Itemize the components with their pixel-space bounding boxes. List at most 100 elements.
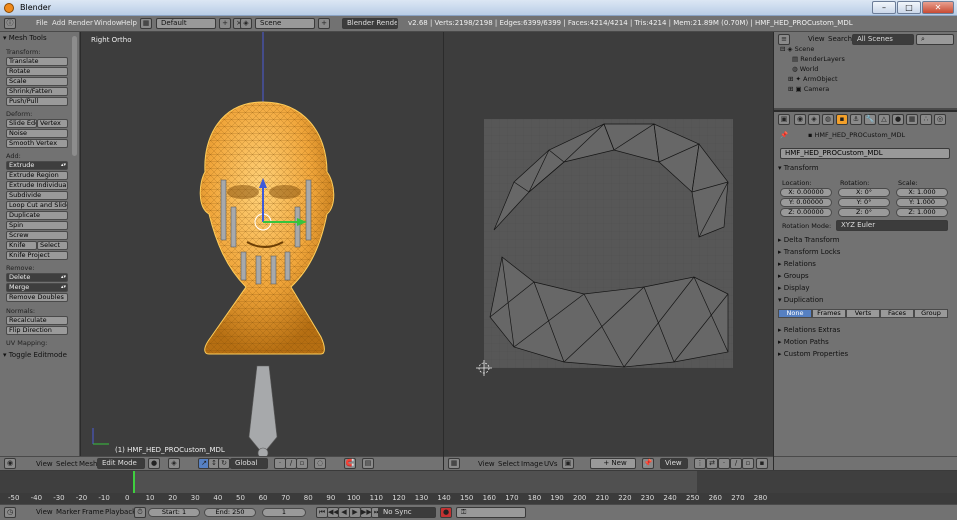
- duplication-verts-button[interactable]: Verts: [846, 309, 880, 318]
- render-tab-icon[interactable]: ◉: [794, 114, 806, 125]
- screw-button[interactable]: Screw: [6, 231, 68, 240]
- object-name-field[interactable]: HMF_HED_PROCustom_MDL: [780, 148, 950, 159]
- rotate-manipulator-icon[interactable]: ↻: [218, 458, 230, 469]
- texture-tab-icon[interactable]: ▦: [906, 114, 918, 125]
- extrude-individual-button[interactable]: Extrude Individual: [6, 181, 68, 190]
- uv-view-select[interactable]: View: [660, 458, 688, 469]
- relations-extras-panel[interactable]: ▸ Relations Extras: [778, 326, 840, 334]
- new-image-button[interactable]: + New: [590, 458, 636, 469]
- screen-layout-icon[interactable]: ▦: [140, 18, 152, 29]
- material-tab-icon[interactable]: ●: [892, 114, 904, 125]
- sync-mode-select[interactable]: No Sync: [378, 507, 436, 518]
- menu-add[interactable]: Add: [52, 19, 66, 27]
- uv-snap-icon[interactable]: ▪: [756, 458, 768, 469]
- pin-icon[interactable]: 📌: [780, 131, 788, 139]
- properties-editor-icon[interactable]: ▣: [778, 114, 790, 125]
- merge-select[interactable]: Merge: [6, 283, 68, 292]
- data-tab-icon[interactable]: △: [878, 114, 890, 125]
- world-tab-icon[interactable]: ◍: [822, 114, 834, 125]
- render-preview-icon[interactable]: ▤: [362, 458, 374, 469]
- groups-panel[interactable]: ▸ Groups: [778, 272, 809, 280]
- scene-field[interactable]: Scene: [255, 18, 315, 29]
- slide-edge-button[interactable]: Slide Edge: [6, 119, 37, 128]
- recalculate-button[interactable]: Recalculate: [6, 316, 68, 325]
- uv-sync-icon[interactable]: ⇄: [706, 458, 718, 469]
- shading-icon[interactable]: ●: [148, 458, 160, 469]
- display-panel[interactable]: ▸ Display: [778, 284, 810, 292]
- scale-button[interactable]: Scale: [6, 77, 68, 86]
- spin-button[interactable]: Spin: [6, 221, 68, 230]
- close-button[interactable]: ✕: [922, 1, 954, 14]
- add-scene-button[interactable]: +: [318, 18, 330, 29]
- keying-set-field[interactable]: ⚿: [456, 507, 526, 518]
- push-pull-button[interactable]: Push/Pull: [6, 97, 68, 106]
- rotate-button[interactable]: Rotate: [6, 67, 68, 76]
- rotation-mode-select[interactable]: XYZ Euler: [836, 220, 948, 231]
- flip-direction-button[interactable]: Flip Direction: [6, 326, 68, 335]
- uv-menu-uvs[interactable]: UVs: [544, 460, 558, 468]
- snap-icon[interactable]: 🧲: [344, 458, 356, 469]
- render-engine-select[interactable]: Blender Render: [342, 18, 398, 29]
- motion-paths-panel[interactable]: ▸ Motion Paths: [778, 338, 829, 346]
- proportional-edit-icon[interactable]: ◌: [314, 458, 326, 469]
- uv-vertex-select-icon[interactable]: ·: [718, 458, 730, 469]
- subdivide-button[interactable]: Subdivide: [6, 191, 68, 200]
- duplication-none-button[interactable]: None: [778, 309, 812, 318]
- relations-panel[interactable]: ▸ Relations: [778, 260, 816, 268]
- uv-edge-select-icon[interactable]: /: [730, 458, 742, 469]
- pivot-icon[interactable]: ◈: [168, 458, 180, 469]
- menu-help[interactable]: Help: [121, 19, 137, 27]
- sticky-select-icon[interactable]: ⋮: [694, 458, 706, 469]
- knife-button[interactable]: Knife: [6, 241, 37, 250]
- menu-file[interactable]: File: [36, 19, 48, 27]
- duplication-frames-button[interactable]: Frames: [812, 309, 846, 318]
- orientation-select[interactable]: Global: [230, 458, 268, 469]
- outliner-item-camera[interactable]: ⊞ ▣ Camera: [774, 84, 957, 94]
- uv-menu-select[interactable]: Select: [498, 460, 520, 468]
- uv-menu-view[interactable]: View: [478, 460, 495, 468]
- timeline-editor-icon[interactable]: ◷: [4, 507, 16, 518]
- location-z-field[interactable]: Z: 0.00000: [780, 208, 832, 217]
- toolshelf-scrollbar[interactable]: [72, 36, 77, 156]
- location-x-field[interactable]: X: 0.00000: [780, 188, 832, 197]
- uv-menu-image[interactable]: Image: [521, 460, 543, 468]
- vertex-button[interactable]: Vertex: [37, 119, 68, 128]
- location-y-field[interactable]: Y: 0.00000: [780, 198, 832, 207]
- maximize-button[interactable]: □: [897, 1, 921, 14]
- knife-select-button[interactable]: Select: [37, 241, 68, 250]
- mesh-tools-header[interactable]: ▾ Mesh Tools: [3, 34, 47, 42]
- menu-window[interactable]: Window: [94, 19, 122, 27]
- menu-render[interactable]: Render: [68, 19, 93, 27]
- record-icon[interactable]: ●: [440, 507, 452, 518]
- custom-properties-panel[interactable]: ▸ Custom Properties: [778, 350, 848, 358]
- uv-image-editor[interactable]: [444, 32, 773, 456]
- extrude-select[interactable]: Extrude: [6, 161, 68, 170]
- outliner-menu-view[interactable]: View: [808, 35, 825, 43]
- particles-tab-icon[interactable]: ∴: [920, 114, 932, 125]
- timeline[interactable]: -50 -40 -30 -20 -10 0 10 20 30 40 50 60 70 80 90 100 110…: [0, 470, 957, 505]
- preview-range-icon[interactable]: ⏱: [134, 507, 146, 518]
- uv-editor-icon[interactable]: ▦: [448, 458, 460, 469]
- knife-project-button[interactable]: Knife Project: [6, 251, 68, 260]
- rotation-y-field[interactable]: Y: 0°: [838, 198, 890, 207]
- delete-select[interactable]: Delete: [6, 273, 68, 282]
- duplication-group-button[interactable]: Group: [914, 309, 948, 318]
- constraints-tab-icon[interactable]: ⚓: [850, 114, 862, 125]
- object-tab-icon[interactable]: ▪: [836, 114, 848, 125]
- image-browse-icon[interactable]: ▣: [562, 458, 574, 469]
- translate-button[interactable]: Translate: [6, 57, 68, 66]
- loop-cut-slide-button[interactable]: Loop Cut and Slide: [6, 201, 68, 210]
- outliner-menu-search[interactable]: Search: [828, 35, 852, 43]
- face-select-icon[interactable]: ▫: [296, 458, 308, 469]
- outliner-item-world[interactable]: ◍ World: [774, 64, 957, 74]
- modifiers-tab-icon[interactable]: 🔧: [864, 114, 876, 125]
- timeline-menu-frame[interactable]: Frame: [82, 508, 104, 516]
- start-frame-field[interactable]: Start: 1: [148, 508, 200, 517]
- uv-face-select-icon[interactable]: ▫: [742, 458, 754, 469]
- duplication-panel-header[interactable]: ▾ Duplication: [778, 296, 823, 304]
- scale-y-field[interactable]: Y: 1.000: [896, 198, 948, 207]
- timeline-menu-marker[interactable]: Marker: [56, 508, 80, 516]
- toggle-editmode-header[interactable]: ▾ Toggle Editmode: [3, 351, 67, 359]
- add-layout-button[interactable]: +: [219, 18, 231, 29]
- pin-image-icon[interactable]: 📌: [642, 458, 654, 469]
